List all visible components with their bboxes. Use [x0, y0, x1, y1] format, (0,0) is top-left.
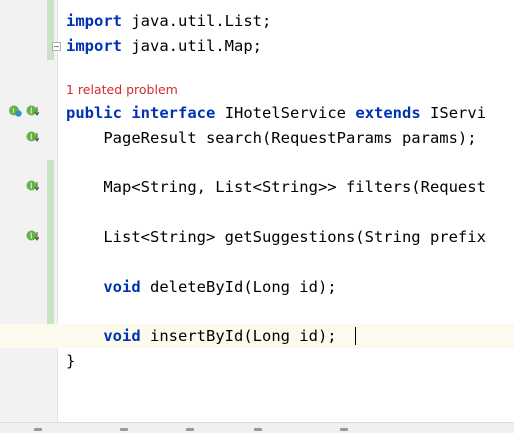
code-line-import-list[interactable]: import java.util.List; [66, 11, 271, 31]
code-text: IServi [430, 104, 487, 122]
toolbar-icon[interactable] [186, 428, 194, 431]
code-line-insert-method[interactable]: void insertById(Long id); [66, 326, 337, 346]
svg-text:I: I [12, 107, 14, 115]
implemented-method-icon[interactable]: I [26, 229, 39, 242]
code-editor[interactable]: I I I I I import java.util.List; import … [0, 0, 514, 433]
toolbar-icon[interactable] [254, 428, 262, 431]
keyword: void [103, 278, 141, 296]
related-problem-hint[interactable]: 1 related problem [66, 82, 178, 98]
implemented-interface-icon[interactable]: I [9, 104, 22, 117]
svg-text:I: I [30, 107, 32, 116]
implemented-method-icon[interactable]: I [26, 104, 39, 117]
vcs-change-marker[interactable] [47, 0, 54, 60]
keyword: extends [355, 104, 421, 122]
svg-text:I: I [30, 232, 32, 241]
implemented-method-icon[interactable]: I [26, 179, 39, 192]
implemented-method-icon[interactable]: I [26, 130, 39, 143]
svg-text:I: I [30, 182, 32, 191]
code-line-closing-brace[interactable]: } [66, 351, 75, 371]
keyword: public [66, 104, 122, 122]
code-text: insertById(Long id); [150, 327, 337, 345]
code-line-search-method[interactable]: PageResult search(RequestParams params); [66, 128, 477, 148]
bottom-toolbar [0, 422, 514, 433]
code-line-suggestions-method[interactable]: List<String> getSuggestions(String prefi… [66, 227, 486, 247]
code-text: deleteById(Long id); [150, 278, 337, 296]
text-caret [355, 327, 356, 345]
code-text: PageResult search(RequestParams params); [103, 129, 477, 147]
vcs-change-marker[interactable] [47, 160, 54, 340]
code-text: Map<String, List<String>> filters(Reques… [103, 178, 486, 196]
code-line-interface-declaration[interactable]: public interface IHotelService extends I… [66, 103, 486, 123]
keyword: void [103, 327, 141, 345]
fold-collapse-icon[interactable] [52, 42, 61, 51]
toolbar-icon[interactable] [120, 428, 128, 431]
code-line-import-map[interactable]: import java.util.Map; [66, 36, 262, 56]
keyword: import [66, 12, 122, 30]
interface-name: IHotelService [224, 104, 347, 122]
toolbar-icon[interactable] [34, 428, 42, 431]
svg-text:I: I [30, 133, 32, 142]
code-line-filters-method[interactable]: Map<String, List<String>> filters(Reques… [66, 177, 486, 197]
code-line-delete-method[interactable]: void deleteById(Long id); [66, 277, 337, 297]
code-text: java.util.List; [131, 12, 272, 30]
code-text: } [66, 352, 76, 370]
toolbar-icon[interactable] [340, 428, 348, 431]
keyword: interface [131, 104, 216, 122]
code-text: java.util.Map; [131, 37, 262, 55]
keyword: import [66, 37, 122, 55]
gutter-divider [57, 0, 58, 422]
code-text: List<String> getSuggestions(String prefi… [103, 228, 486, 246]
